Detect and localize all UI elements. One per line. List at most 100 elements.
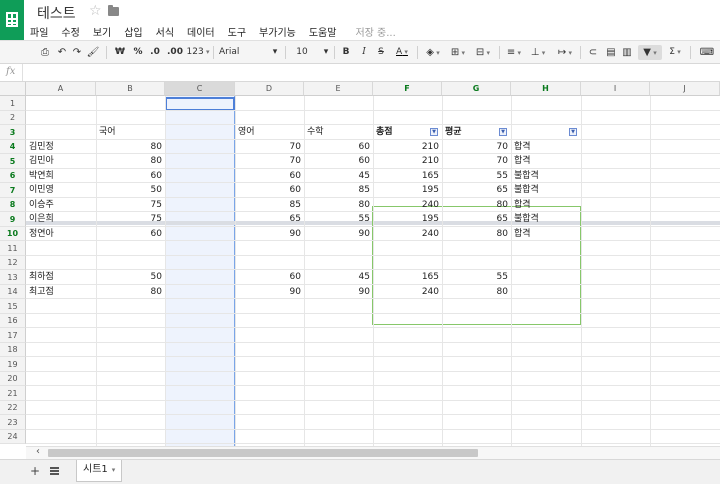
currency-button[interactable]: ₩ — [114, 45, 126, 60]
redo-icon[interactable]: ↷ — [70, 45, 84, 60]
cell-result[interactable]: 불합격 — [514, 169, 578, 183]
header-cell-korean[interactable]: 국어 — [99, 125, 162, 139]
column-header-a[interactable]: A — [26, 82, 96, 96]
header-cell-english[interactable]: 영어 — [238, 125, 301, 139]
menu-view[interactable]: 보기 — [93, 24, 111, 39]
cell-result[interactable]: 합격 — [514, 140, 578, 154]
filter-dropdown-icon[interactable]: ▼ — [430, 128, 438, 136]
cell-average[interactable]: 65 — [445, 183, 508, 197]
cell-math[interactable]: 90 — [307, 227, 370, 241]
cell-english[interactable]: 70 — [238, 140, 301, 154]
row-header-12[interactable]: 12 — [0, 256, 26, 270]
text-wrap-icon[interactable]: ↦ — [554, 45, 576, 60]
row-header-8[interactable]: 8 — [0, 198, 26, 212]
row-header-6[interactable]: 6 — [0, 169, 26, 183]
row-header-17[interactable]: 17 — [0, 328, 26, 343]
column-header-c[interactable]: C — [165, 82, 235, 96]
row-header-20[interactable]: 20 — [0, 372, 26, 386]
bold-button[interactable]: B — [340, 45, 352, 60]
cell-english[interactable]: 60 — [238, 169, 301, 183]
borders-icon[interactable]: ⊞ — [448, 45, 468, 60]
cell-korean[interactable]: 50 — [99, 270, 162, 284]
row-header-5[interactable]: 5 — [0, 154, 26, 169]
column-header-h[interactable]: H — [511, 82, 581, 96]
column-header-j[interactable]: J — [650, 82, 720, 96]
row-header-16[interactable]: 16 — [0, 314, 26, 328]
cell-average[interactable]: 70 — [445, 140, 508, 154]
cell-result[interactable]: 불합격 — [514, 212, 578, 226]
menu-edit[interactable]: 수정 — [61, 24, 79, 39]
increase-decimal-button[interactable]: .00 — [166, 45, 184, 60]
cell-korean[interactable]: 80 — [99, 140, 162, 154]
cell-math[interactable]: 60 — [307, 154, 370, 168]
cell-korean[interactable]: 75 — [99, 198, 162, 212]
cell-total[interactable]: 210 — [376, 140, 439, 154]
text-color-button[interactable]: A — [391, 45, 413, 60]
italic-button[interactable]: I — [358, 45, 370, 60]
font-family-dropdown[interactable]: Arial — [219, 45, 269, 60]
cell-total[interactable]: 240 — [376, 227, 439, 241]
cell-math[interactable]: 45 — [307, 169, 370, 183]
cell-stat-label[interactable]: 최하점 — [29, 270, 93, 284]
cell-result[interactable]: 불합격 — [514, 183, 578, 197]
cell-average[interactable]: 80 — [445, 198, 508, 212]
scrollbar-thumb[interactable] — [48, 449, 478, 457]
cell-math[interactable]: 55 — [307, 212, 370, 226]
insert-comment-icon[interactable]: ▤ — [604, 45, 618, 60]
filter-dropdown-icon[interactable]: ▼ — [569, 128, 577, 136]
cell-total[interactable]: 240 — [376, 198, 439, 212]
cell-name[interactable]: 이민영 — [29, 183, 93, 197]
header-cell-math[interactable]: 수학 — [307, 125, 370, 139]
filter-dropdown-icon[interactable]: ▼ — [499, 128, 507, 136]
filter-icon[interactable]: ▼ — [638, 45, 662, 60]
cell-name[interactable]: 김민정 — [29, 140, 93, 154]
cell-average[interactable]: 80 — [445, 227, 508, 241]
cell-name[interactable]: 박연희 — [29, 169, 93, 183]
cell-korean[interactable]: 50 — [99, 183, 162, 197]
row-header-10[interactable]: 10 — [0, 227, 26, 241]
cell-average[interactable]: 70 — [445, 154, 508, 168]
column-header-f[interactable]: F — [373, 82, 442, 96]
functions-button[interactable]: Σ — [666, 45, 684, 60]
sheet-list-icon[interactable] — [50, 467, 59, 475]
percent-button[interactable]: % — [133, 45, 143, 60]
cell-korean[interactable]: 75 — [99, 212, 162, 226]
cell-korean[interactable]: 60 — [99, 169, 162, 183]
cell-english[interactable]: 60 — [238, 270, 301, 284]
cell-math[interactable]: 90 — [307, 285, 370, 299]
cell-average[interactable]: 55 — [445, 270, 508, 284]
cell-result[interactable]: 합격 — [514, 227, 578, 241]
cell-english[interactable]: 90 — [238, 285, 301, 299]
row-header-11[interactable]: 11 — [0, 241, 26, 256]
cell-total[interactable]: 195 — [376, 212, 439, 226]
document-title[interactable]: 테스트 — [37, 3, 76, 23]
row-header-2[interactable]: 2 — [0, 111, 26, 125]
add-sheet-icon[interactable]: + — [30, 464, 40, 478]
column-header-b[interactable]: B — [96, 82, 165, 96]
row-header-4[interactable]: 4 — [0, 140, 26, 154]
cell-korean[interactable]: 80 — [99, 154, 162, 168]
row-header-23[interactable]: 23 — [0, 415, 26, 430]
cell-total[interactable]: 210 — [376, 154, 439, 168]
cell-math[interactable]: 45 — [307, 270, 370, 284]
cell-total[interactable]: 165 — [376, 270, 439, 284]
sheets-logo-icon[interactable] — [0, 0, 24, 40]
row-header-19[interactable]: 19 — [0, 357, 26, 372]
cell-name[interactable]: 이승주 — [29, 198, 93, 212]
decrease-decimal-button[interactable]: .0 — [148, 45, 162, 60]
menu-help[interactable]: 도움말 — [309, 24, 337, 39]
cell-stat-label[interactable]: 최고점 — [29, 285, 93, 299]
formula-input[interactable] — [28, 66, 716, 80]
row-header-13[interactable]: 13 — [0, 270, 26, 285]
row-header-14[interactable]: 14 — [0, 285, 26, 299]
row-header-21[interactable]: 21 — [0, 386, 26, 401]
star-icon[interactable]: ☆ — [89, 3, 102, 19]
cell-total[interactable]: 195 — [376, 183, 439, 197]
row-header-1[interactable]: 1 — [0, 96, 26, 111]
cell-result[interactable]: 합격 — [514, 154, 578, 168]
menu-tools[interactable]: 도구 — [228, 24, 246, 39]
row-header-18[interactable]: 18 — [0, 343, 26, 357]
cell-total[interactable]: 165 — [376, 169, 439, 183]
cell-english[interactable]: 65 — [238, 212, 301, 226]
column-header-g[interactable]: G — [442, 82, 511, 96]
